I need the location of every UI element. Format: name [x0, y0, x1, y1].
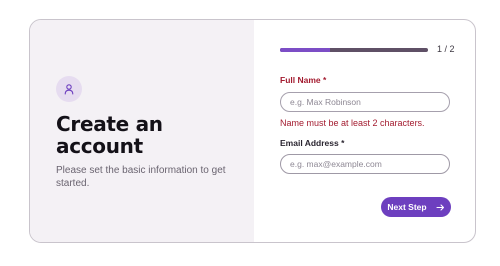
- full-name-error-message: Name must be at least 2 characters.: [280, 118, 425, 128]
- signup-card: Create an account Please set the basic i…: [29, 19, 476, 243]
- form-panel: 1 / 2 Full Name * Name must be at least …: [254, 20, 475, 242]
- next-step-label: Next Step: [387, 202, 427, 212]
- avatar: [56, 76, 82, 102]
- user-icon: [64, 84, 74, 95]
- full-name-field[interactable]: [280, 92, 450, 112]
- progress-bar: [280, 48, 428, 52]
- email-label: Email Address *: [280, 138, 345, 148]
- progress-bar-fill: [280, 48, 331, 52]
- intro-panel: Create an account Please set the basic i…: [30, 20, 254, 242]
- next-step-button[interactable]: Next Step: [381, 197, 451, 217]
- page-subtitle: Please set the basic information to get …: [56, 165, 226, 189]
- full-name-label: Full Name *: [280, 75, 327, 85]
- progress-step-text: 1 / 2: [437, 44, 455, 54]
- page-title: Create an account: [56, 112, 163, 158]
- email-field[interactable]: [280, 154, 450, 174]
- arrow-right-icon: [436, 203, 444, 211]
